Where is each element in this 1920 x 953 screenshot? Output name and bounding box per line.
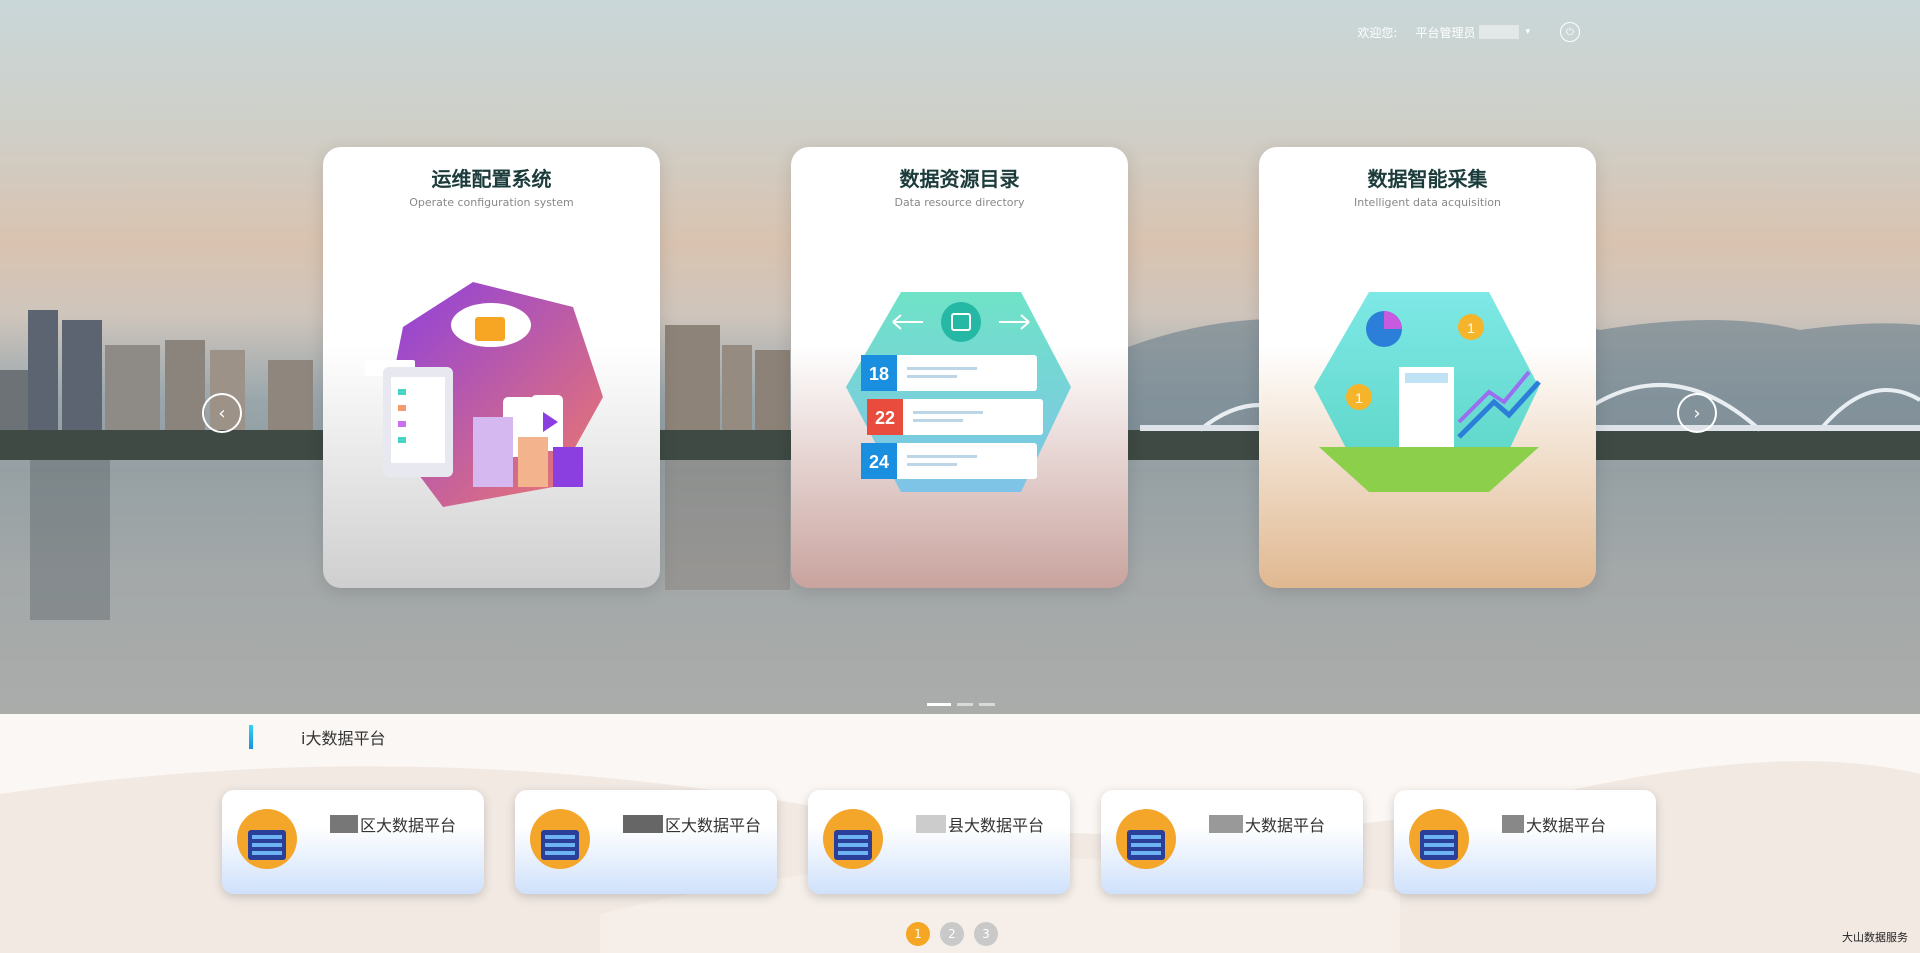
- footer-text: 大山数据服务: [1842, 931, 1908, 944]
- server-icon: [823, 809, 883, 869]
- platform-card[interactable]: 区大数据平台: [515, 790, 777, 894]
- platform-name-text: 县大数据平台: [948, 816, 1045, 835]
- platform-name: 县大数据平台: [916, 812, 1044, 836]
- data-directory-illustration: 18 22 24: [846, 292, 1071, 492]
- user-name-mask: [1479, 25, 1520, 39]
- card-subtitle: Data resource directory: [894, 196, 1025, 209]
- welcome-label: 欢迎您:: [1357, 25, 1398, 40]
- ops-config-illustration: [365, 282, 603, 507]
- server-icon: [530, 809, 590, 869]
- row-number: 22: [875, 408, 895, 428]
- section-title: i大数据平台: [301, 729, 386, 748]
- server-icon: [1116, 809, 1176, 869]
- page-button[interactable]: 2: [940, 922, 964, 946]
- user-menu[interactable]: 平台管理员 ▾: [1415, 24, 1530, 41]
- name-mask: [1502, 815, 1524, 833]
- card-data-acquisition[interactable]: 数据智能采集 Intelligent data acquisition 1 1: [1259, 147, 1596, 588]
- name-mask: [623, 815, 663, 833]
- platform-card[interactable]: 区大数据平台: [222, 790, 484, 894]
- name-mask: [330, 815, 358, 833]
- carousel-dot[interactable]: [927, 703, 951, 706]
- page-button[interactable]: 3: [974, 922, 998, 946]
- server-icon: [1409, 809, 1469, 869]
- chevron-down-icon: ▾: [1525, 27, 1530, 37]
- carousel-indicators: [927, 703, 995, 706]
- card-ops-config[interactable]: 运维配置系统 Operate configuration system: [323, 147, 660, 588]
- server-icon: [237, 809, 297, 869]
- chevron-left-icon: ‹: [218, 402, 226, 424]
- user-name: 平台管理员: [1415, 25, 1476, 40]
- platform-name: 区大数据平台: [330, 812, 456, 836]
- platform-name-text: 大数据平台: [1526, 816, 1607, 835]
- platform-card[interactable]: 大数据平台: [1101, 790, 1363, 894]
- carousel-dot[interactable]: [979, 703, 995, 706]
- row-number: 24: [869, 452, 889, 472]
- platform-name: 区大数据平台: [623, 812, 761, 836]
- platform-name-text: 区大数据平台: [665, 816, 762, 835]
- card-title: 运维配置系统: [431, 167, 552, 191]
- carousel-dot[interactable]: [957, 703, 973, 706]
- platform-name-text: 大数据平台: [1245, 816, 1326, 835]
- platform-name: 大数据平台: [1502, 812, 1606, 836]
- carousel-next-button[interactable]: ›: [1677, 393, 1717, 433]
- carousel-prev-button[interactable]: ‹: [202, 393, 242, 433]
- power-icon[interactable]: ⏻: [1560, 22, 1580, 42]
- page-button[interactable]: 1: [906, 922, 930, 946]
- pagination: 1 2 3: [906, 922, 998, 946]
- data-acquisition-illustration: 1 1: [1314, 292, 1541, 492]
- hero-banner: 欢迎您: 平台管理员 ▾ ⏻ 运维配置系统 Operate configurat…: [0, 0, 1920, 714]
- coin-label: 1: [1355, 390, 1363, 406]
- chevron-right-icon: ›: [1693, 402, 1701, 424]
- card-subtitle: Operate configuration system: [409, 196, 574, 209]
- name-mask: [1209, 815, 1243, 833]
- coin-label: 1: [1467, 320, 1475, 336]
- card-data-directory[interactable]: 数据资源目录 Data resource directory 18 22 24: [791, 147, 1128, 588]
- platform-name: 大数据平台: [1209, 812, 1325, 836]
- platform-name-text: 区大数据平台: [360, 816, 457, 835]
- section-accent-bar: [249, 725, 253, 749]
- platform-card[interactable]: 大数据平台: [1394, 790, 1656, 894]
- section-header: i大数据平台: [249, 725, 385, 749]
- platform-card[interactable]: 县大数据平台: [808, 790, 1070, 894]
- card-subtitle: Intelligent data acquisition: [1354, 196, 1501, 209]
- row-number: 18: [869, 364, 889, 384]
- card-title: 数据资源目录: [899, 167, 1020, 191]
- name-mask: [916, 815, 946, 833]
- platform-list: 区大数据平台 区大数据平台 县大数据平台 大数据平台 大数据平台: [222, 790, 1656, 894]
- user-bar: 欢迎您: 平台管理员 ▾ ⏻: [1357, 22, 1580, 42]
- card-title: 数据智能采集: [1367, 167, 1488, 191]
